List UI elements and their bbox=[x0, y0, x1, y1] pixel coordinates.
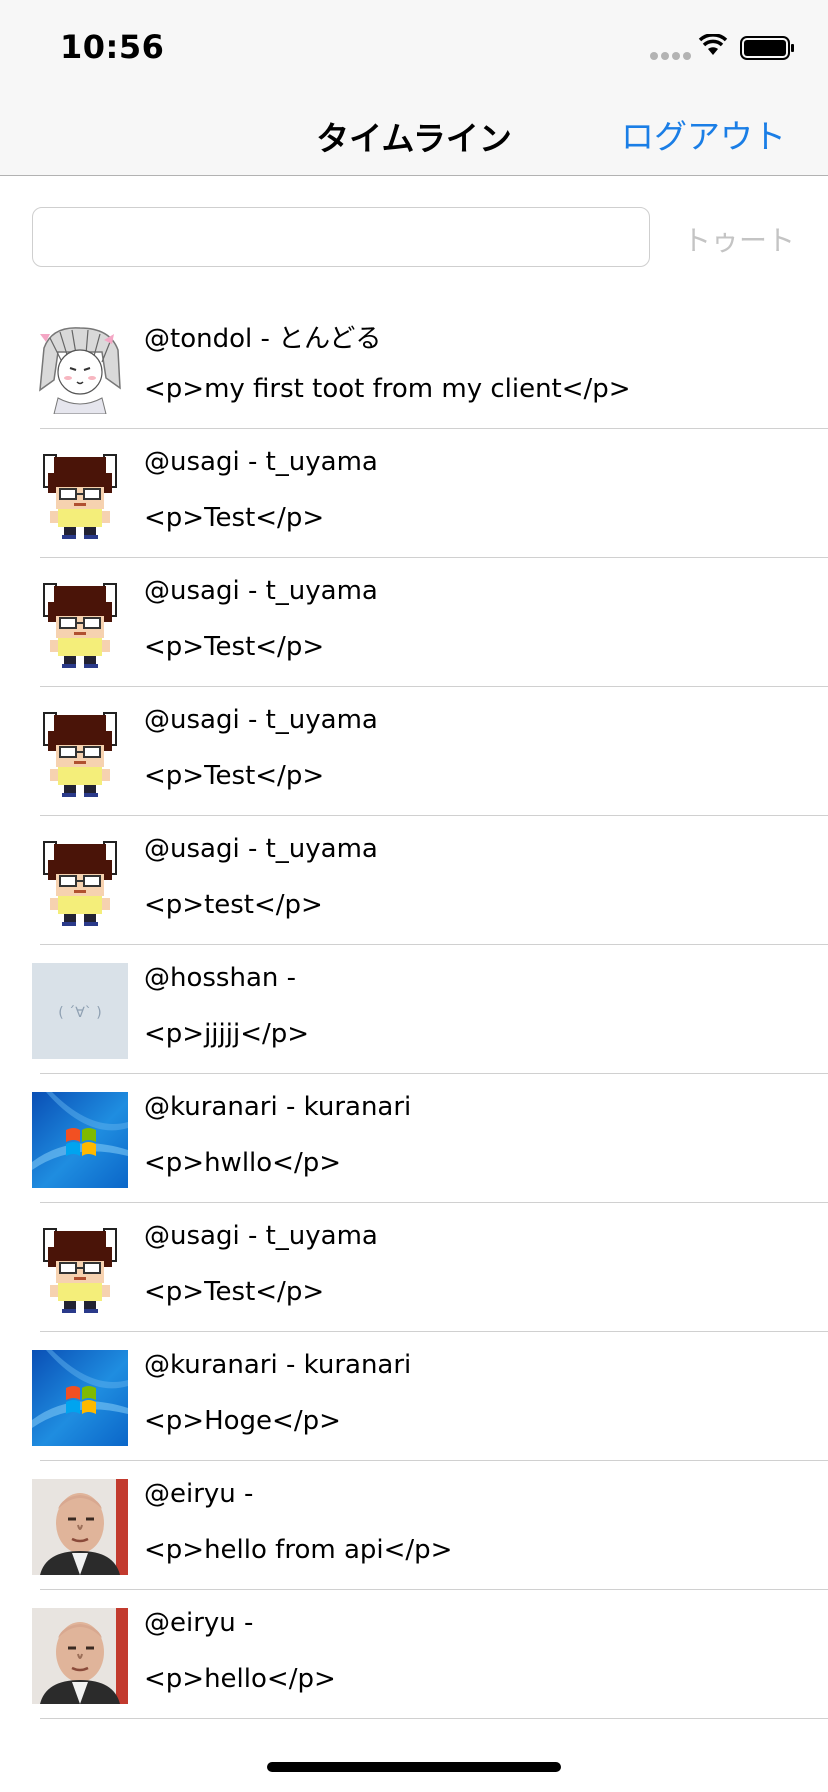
logout-button[interactable]: ログアウト bbox=[621, 110, 786, 158]
avatar bbox=[32, 1221, 128, 1317]
toot-author: @eiryu - bbox=[144, 1479, 254, 1509]
toot-content: <p>Test</p> bbox=[144, 503, 325, 533]
status-bar: 10:56 bbox=[0, 0, 828, 88]
timeline-row[interactable]: @kuranari - kuranari <p>Hoge</p> bbox=[32, 1332, 828, 1461]
timeline-row[interactable]: ( ´∀` ) @hosshan - <p>jjjjj</p> bbox=[32, 945, 828, 1074]
toot-author: @usagi - t_uyama bbox=[144, 576, 378, 606]
compose-area: トゥート bbox=[0, 177, 828, 289]
toot-input[interactable] bbox=[32, 207, 650, 267]
toot-author: @hosshan - bbox=[144, 963, 297, 993]
svg-text:( ´∀` ): ( ´∀` ) bbox=[58, 1005, 101, 1021]
avatar bbox=[32, 834, 128, 930]
toot-content: <p>Test</p> bbox=[144, 761, 325, 791]
toot-content: <p>hello</p> bbox=[144, 1664, 336, 1694]
avatar bbox=[32, 705, 128, 801]
avatar bbox=[32, 576, 128, 672]
battery-icon bbox=[740, 36, 794, 60]
toot-content: <p>jjjjj</p> bbox=[144, 1019, 310, 1049]
toot-author: @usagi - t_uyama bbox=[144, 447, 378, 477]
toot-content: <p>hello from api</p> bbox=[144, 1535, 453, 1565]
toot-content: <p>my first toot from my client</p> bbox=[144, 374, 631, 404]
navigation-bar: タイムライン ログアウト bbox=[0, 88, 828, 176]
avatar: ( ´∀` ) bbox=[32, 963, 128, 1059]
toot-author: @kuranari - kuranari bbox=[144, 1092, 412, 1122]
timeline-row[interactable]: @tondol - とんどる <p>my first toot from my c… bbox=[32, 300, 828, 429]
timeline-row[interactable]: @usagi - t_uyama <p>Test</p> bbox=[32, 687, 828, 816]
toot-content: <p>hwllo</p> bbox=[144, 1148, 342, 1178]
timeline-row[interactable]: @usagi - t_uyama <p>Test</p> bbox=[32, 558, 828, 687]
timeline-row[interactable]: @usagi - t_uyama <p>Test</p> bbox=[32, 429, 828, 558]
avatar bbox=[32, 447, 128, 543]
wifi-icon bbox=[698, 34, 728, 55]
avatar bbox=[32, 1350, 128, 1446]
timeline-row[interactable]: @usagi - t_uyama <p>Test</p> bbox=[32, 1203, 828, 1332]
toot-button[interactable]: トゥート bbox=[683, 219, 795, 259]
timeline-list[interactable]: @tondol - とんどる <p>my first toot from my c… bbox=[0, 300, 828, 1719]
cellular-signal-icon bbox=[650, 52, 691, 60]
toot-content: <p>Hoge</p> bbox=[144, 1406, 341, 1436]
avatar bbox=[32, 1479, 128, 1575]
avatar bbox=[32, 1092, 128, 1188]
avatar bbox=[32, 1608, 128, 1704]
toot-content: <p>Test</p> bbox=[144, 632, 325, 662]
home-indicator bbox=[267, 1762, 561, 1772]
toot-author: @usagi - t_uyama bbox=[144, 705, 378, 735]
timeline-row[interactable]: @usagi - t_uyama <p>test</p> bbox=[32, 816, 828, 945]
timeline-row[interactable]: @eiryu - <p>hello</p> bbox=[32, 1590, 828, 1719]
timeline-row[interactable]: @eiryu - <p>hello from api</p> bbox=[32, 1461, 828, 1590]
toot-author: @usagi - t_uyama bbox=[144, 1221, 378, 1251]
toot-author: @usagi - t_uyama bbox=[144, 834, 378, 864]
status-time: 10:56 bbox=[60, 28, 165, 66]
toot-author: @eiryu - bbox=[144, 1608, 254, 1638]
toot-content: <p>test</p> bbox=[144, 890, 323, 920]
toot-author: @kuranari - kuranari bbox=[144, 1350, 412, 1380]
avatar bbox=[32, 318, 128, 414]
toot-author: @tondol - とんどる bbox=[144, 324, 382, 354]
timeline-row[interactable]: @kuranari - kuranari <p>hwllo</p> bbox=[32, 1074, 828, 1203]
toot-content: <p>Test</p> bbox=[144, 1277, 325, 1307]
